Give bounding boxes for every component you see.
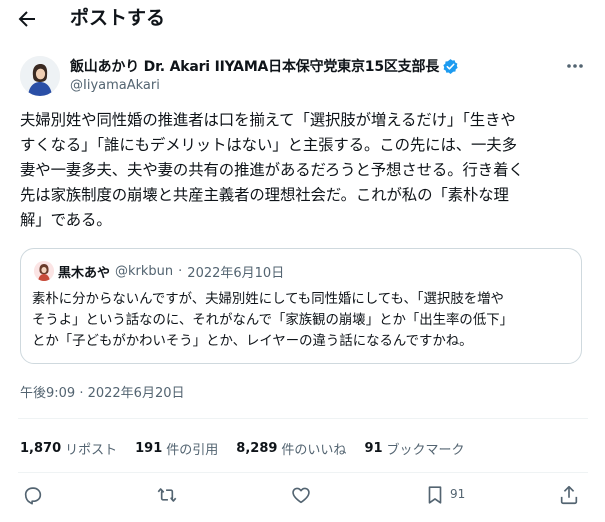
- tweet-line: 解」である。: [20, 211, 112, 229]
- stat-quotes[interactable]: 191 件の引用: [135, 439, 218, 458]
- quote-author-name: 黒木あや: [58, 265, 111, 281]
- divider: [18, 418, 588, 419]
- quote-line: そうよ」という話なのに、それがなんで「家族観の崩壊」とか「出生率の低下」: [32, 313, 513, 328]
- retweet-icon[interactable]: [156, 484, 178, 506]
- tweet-line: 妻や一妻多夫、夫や妻の共有の推進があるだろうと予想させる。行き着く: [20, 161, 524, 179]
- quote-date: 2022年6月10日: [187, 265, 285, 281]
- stat-value: 191: [135, 440, 163, 456]
- quote-header: 黒木あや @krkbun · 2022年6月10日: [58, 262, 285, 281]
- divider: [18, 472, 588, 473]
- top-bar: ポストする: [0, 0, 605, 40]
- quote-author-handle: @krkbun: [115, 263, 174, 279]
- more-options-icon[interactable]: [565, 62, 585, 70]
- tweet-line: 夫婦別姓や同性婚の推進者は口を揃えて「選択肢が増えるだけ」「生きや: [20, 111, 516, 129]
- arrow-left-icon[interactable]: [14, 7, 40, 31]
- post-timestamp[interactable]: 午後9:09 · 2022年6月20日: [20, 382, 185, 401]
- quote-line: とか「子どもがかわいそう」とか、レイヤーの違う話になるんですかね。: [32, 334, 473, 349]
- author-row: 飯山あかり Dr. Akari IIYAMA日本保守党東京15区支部長: [70, 56, 459, 76]
- author-name[interactable]: 飯山あかり Dr. Akari IIYAMA日本保守党東京15区支部長: [70, 56, 439, 76]
- bookmark-count: 91: [450, 487, 466, 501]
- avatar-image: [20, 56, 60, 96]
- stat-label: 件のいいね: [281, 442, 347, 458]
- quote-line: 素朴に分からないんですが、夫婦別姓にしても同性婚にしても、「選択肢を増や: [32, 292, 504, 307]
- share-icon[interactable]: [558, 484, 580, 506]
- tweet-line: 先は家族制度の崩壊と共産主義者の理想社会だ。これが私の「素朴な理: [20, 186, 509, 204]
- stat-label: リポスト: [65, 442, 118, 458]
- heart-icon[interactable]: [290, 484, 312, 506]
- stat-bookmarks[interactable]: 91 ブックマーク: [364, 439, 464, 458]
- verified-badge-icon: [443, 58, 458, 74]
- tweet-line: すくなる」「誰にもデメリットはない」と主張する。この先には、一夫多: [20, 136, 517, 154]
- stat-likes[interactable]: 8,289 件のいいね: [236, 439, 346, 458]
- engagement-stats: 1,870 リポスト 191 件の引用 8,289 件のいいね 91 ブックマー…: [20, 438, 483, 458]
- quote-avatar-image: [34, 261, 54, 281]
- stat-label: ブックマーク: [386, 442, 465, 458]
- bookmark-icon[interactable]: [424, 484, 446, 506]
- stat-reposts[interactable]: 1,870 リポスト: [20, 439, 117, 458]
- avatar[interactable]: [20, 56, 60, 96]
- quote-separator: ·: [178, 263, 183, 279]
- quote-avatar[interactable]: [34, 261, 54, 281]
- stat-value: 8,289: [236, 440, 278, 456]
- page-title: ポストする: [70, 7, 166, 29]
- quote-text: 素朴に分からないんですが、夫婦別姓にしても同性婚にしても、「選択肢を増や そうよ…: [32, 289, 577, 352]
- stat-label: 件の引用: [166, 442, 219, 458]
- author-handle[interactable]: @IiyamaAkari: [70, 78, 160, 93]
- stat-value: 91: [364, 440, 383, 456]
- stat-value: 1,870: [20, 440, 62, 456]
- reply-icon[interactable]: [22, 484, 44, 506]
- tweet-text: 夫婦別姓や同性婚の推進者は口を揃えて「選択肢が増えるだけ」「生きや すくなる」「…: [20, 108, 588, 233]
- action-bar: 91: [0, 478, 605, 512]
